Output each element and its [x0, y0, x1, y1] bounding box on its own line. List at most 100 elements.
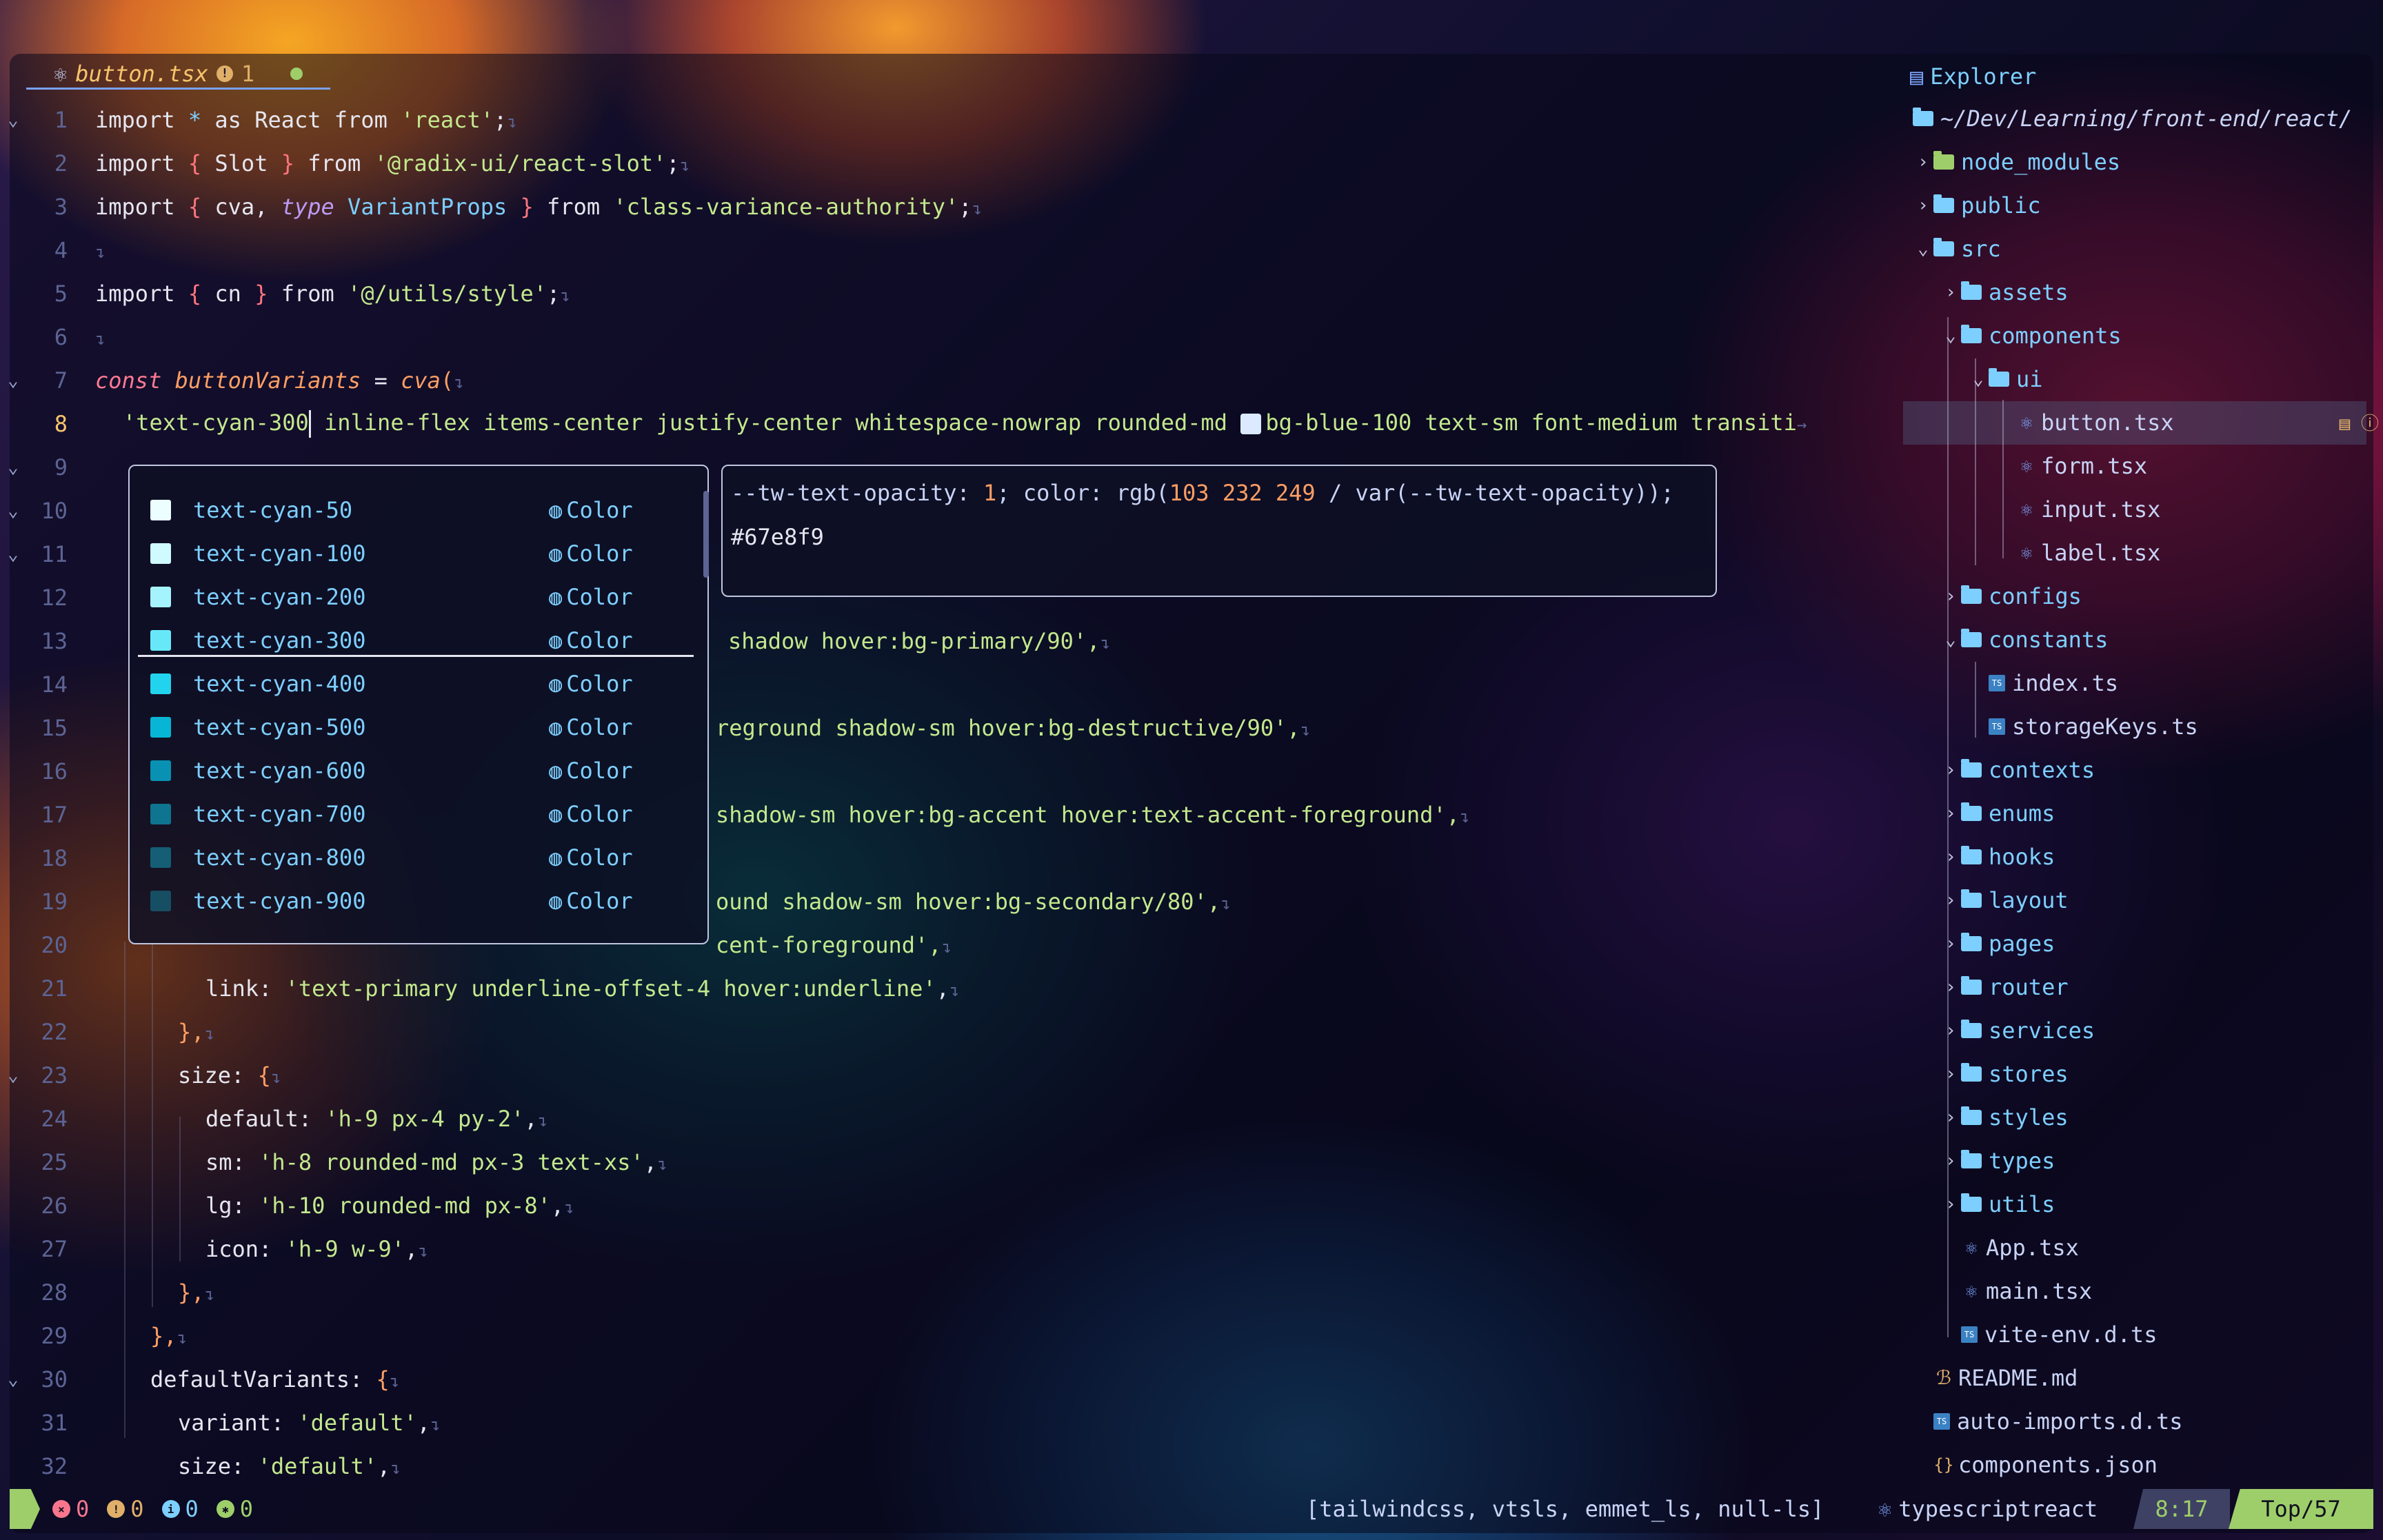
- explorer-item[interactable]: › configs: [1940, 574, 2082, 618]
- explorer-item-label: utils: [1989, 1191, 2055, 1217]
- explorer-item[interactable]: TS auto-imports.d.ts: [1913, 1399, 2183, 1443]
- tree-guide: [1975, 662, 1976, 738]
- chevron-right-icon[interactable]: ›: [1940, 890, 1961, 911]
- chevron-down-icon[interactable]: ⌄: [1940, 325, 1961, 346]
- chevron-right-icon[interactable]: ›: [1940, 1194, 1961, 1215]
- line-number: 31: [41, 1409, 68, 1436]
- punctuation: ;: [493, 106, 507, 133]
- completion-item[interactable]: text-cyan-700 ◍ Color: [130, 792, 695, 835]
- completion-item[interactable]: text-cyan-50 ◍ Color: [130, 488, 695, 531]
- chevron-right-icon[interactable]: ›: [1940, 760, 1961, 780]
- explorer-item[interactable]: › router: [1940, 965, 2068, 1009]
- explorer-item-label: types: [1989, 1147, 2055, 1174]
- explorer-item[interactable]: › contexts: [1940, 748, 2095, 791]
- string: 'h-9 px-4 py-2': [312, 1105, 525, 1132]
- info-count: 0: [185, 1496, 199, 1522]
- completion-kind: ◍ Color: [549, 757, 633, 784]
- brace: },: [178, 1018, 205, 1045]
- explorer-item[interactable]: › enums: [1940, 791, 2055, 835]
- chevron-right-icon[interactable]: ›: [1913, 152, 1933, 172]
- chevron-right-icon[interactable]: ›: [1940, 1064, 1961, 1084]
- explorer-item[interactable]: ⚛ label.tsx: [1995, 531, 2161, 574]
- explorer-item[interactable]: › node_modules: [1913, 140, 2120, 183]
- explorer-item[interactable]: › assets: [1940, 270, 2069, 314]
- punctuation: ;: [666, 150, 680, 176]
- completion-item[interactable]: text-cyan-200 ◍ Color: [130, 575, 695, 618]
- identifier: React: [241, 106, 334, 133]
- completion-kind: ◍ Color: [549, 540, 633, 567]
- brace: }: [268, 150, 308, 176]
- chevron-right-icon[interactable]: ›: [1940, 586, 1961, 607]
- explorer-item[interactable]: ⚛ App.tsx: [1940, 1226, 2079, 1269]
- explorer-item[interactable]: ⌄ src: [1913, 227, 2001, 270]
- completion-item[interactable]: text-cyan-900 ◍ Color: [130, 879, 695, 922]
- explorer-item-label: enums: [1989, 800, 2055, 827]
- chevron-right-icon[interactable]: ›: [1940, 1020, 1961, 1041]
- cursor-position: 8:17: [2133, 1489, 2230, 1529]
- keyword: from: [308, 150, 361, 176]
- chevron-right-icon[interactable]: ›: [1940, 847, 1961, 867]
- string: bg-blue-100 text-sm font-medium transiti: [1265, 409, 1797, 436]
- line-number: 2: [54, 150, 68, 176]
- line-number: 30: [41, 1366, 68, 1392]
- explorer-root[interactable]: ~/Dev/Learning/front-end/react/: [1913, 97, 2352, 140]
- completion-label: text-cyan-900: [193, 887, 366, 914]
- palette-icon: ◍: [549, 540, 563, 567]
- completion-item[interactable]: text-cyan-400 ◍ Color: [130, 662, 695, 705]
- explorer-item[interactable]: ⚛ main.tsx: [1940, 1269, 2093, 1313]
- explorer-item[interactable]: ⚛ form.tsx: [1995, 444, 2148, 487]
- completion-item[interactable]: text-cyan-100 ◍ Color: [130, 531, 695, 575]
- explorer-item[interactable]: › pages: [1940, 922, 2055, 965]
- diagnostics-summary[interactable]: × 0 ! 0 i0 ✱ 0: [52, 1496, 253, 1522]
- chevron-down-icon[interactable]: ⌄: [1913, 239, 1933, 259]
- explorer-item[interactable]: {} components.json: [1913, 1443, 2158, 1486]
- explorer-item[interactable]: ⌄ ui: [1968, 357, 2042, 401]
- tree-guide: [2002, 400, 2004, 558]
- explorer-item[interactable]: ⚛ button.tsx ▤ ⓘ: [1995, 401, 2379, 444]
- completion-menu[interactable]: text-cyan-50 ◍ Color text-cyan-100 ◍ Color tex…: [128, 465, 709, 944]
- explorer-item[interactable]: ⌄ components: [1940, 314, 2121, 357]
- chevron-right-icon[interactable]: ›: [1940, 1151, 1961, 1171]
- chevron-right-icon[interactable]: ›: [1913, 195, 1933, 216]
- chevron-right-icon[interactable]: ›: [1940, 933, 1961, 954]
- palette-icon: ◍: [549, 627, 563, 654]
- explorer-item[interactable]: › hooks: [1940, 835, 2055, 878]
- explorer-item[interactable]: › utils: [1940, 1182, 2055, 1226]
- string: 'class-variance-authority': [600, 193, 959, 220]
- typescript-file-icon: TS: [1989, 718, 2005, 735]
- explorer-item[interactable]: TS storageKeys.ts: [1968, 705, 2198, 748]
- chevron-down-icon[interactable]: ⌄: [1940, 629, 1961, 650]
- chevron-right-icon[interactable]: ›: [1940, 977, 1961, 997]
- explorer-item[interactable]: ⚛ input.tsx: [1995, 487, 2161, 531]
- explorer-item[interactable]: ℬ README.md: [1913, 1356, 2078, 1399]
- chevron-down-icon[interactable]: ⌄: [1968, 369, 1989, 389]
- explorer-item[interactable]: ⌄ constants: [1940, 618, 2108, 661]
- punctuation: ;: [547, 280, 561, 307]
- completion-item[interactable]: text-cyan-600 ◍ Color: [130, 749, 695, 792]
- explorer-item[interactable]: › types: [1940, 1139, 2055, 1182]
- chevron-right-icon[interactable]: ›: [1940, 803, 1961, 824]
- explorer-item[interactable]: › public: [1913, 183, 2040, 227]
- folder-open-icon: [1933, 237, 1954, 256]
- tab-button-tsx[interactable]: ⚛ button.tsx ! 1: [26, 59, 331, 90]
- palette-icon: ◍: [549, 844, 563, 871]
- completion-item[interactable]: text-cyan-800 ◍ Color: [130, 835, 695, 879]
- folder-icon: [1961, 1106, 1982, 1125]
- keyword: import: [95, 106, 175, 133]
- explorer-item[interactable]: › styles: [1940, 1095, 2068, 1139]
- completion-scrollbar[interactable]: [703, 491, 709, 578]
- json-file-icon: {}: [1933, 1455, 1954, 1475]
- explorer-item[interactable]: TS vite-env.d.ts: [1940, 1313, 2157, 1356]
- completion-item[interactable]: text-cyan-500 ◍ Color: [130, 705, 695, 749]
- chevron-right-icon[interactable]: ›: [1940, 282, 1961, 303]
- color-swatch: [150, 629, 171, 651]
- line-number: 11: [41, 540, 68, 567]
- explorer-item-label: assets: [1989, 278, 2069, 305]
- explorer-item[interactable]: TS index.ts: [1968, 661, 2118, 705]
- chevron-right-icon[interactable]: ›: [1940, 1107, 1961, 1128]
- explorer-item[interactable]: › layout: [1940, 878, 2068, 922]
- completion-label: text-cyan-50: [193, 496, 353, 523]
- explorer-item[interactable]: › services: [1940, 1009, 2095, 1052]
- line-number: 5: [54, 280, 68, 307]
- explorer-item[interactable]: › stores: [1940, 1052, 2068, 1095]
